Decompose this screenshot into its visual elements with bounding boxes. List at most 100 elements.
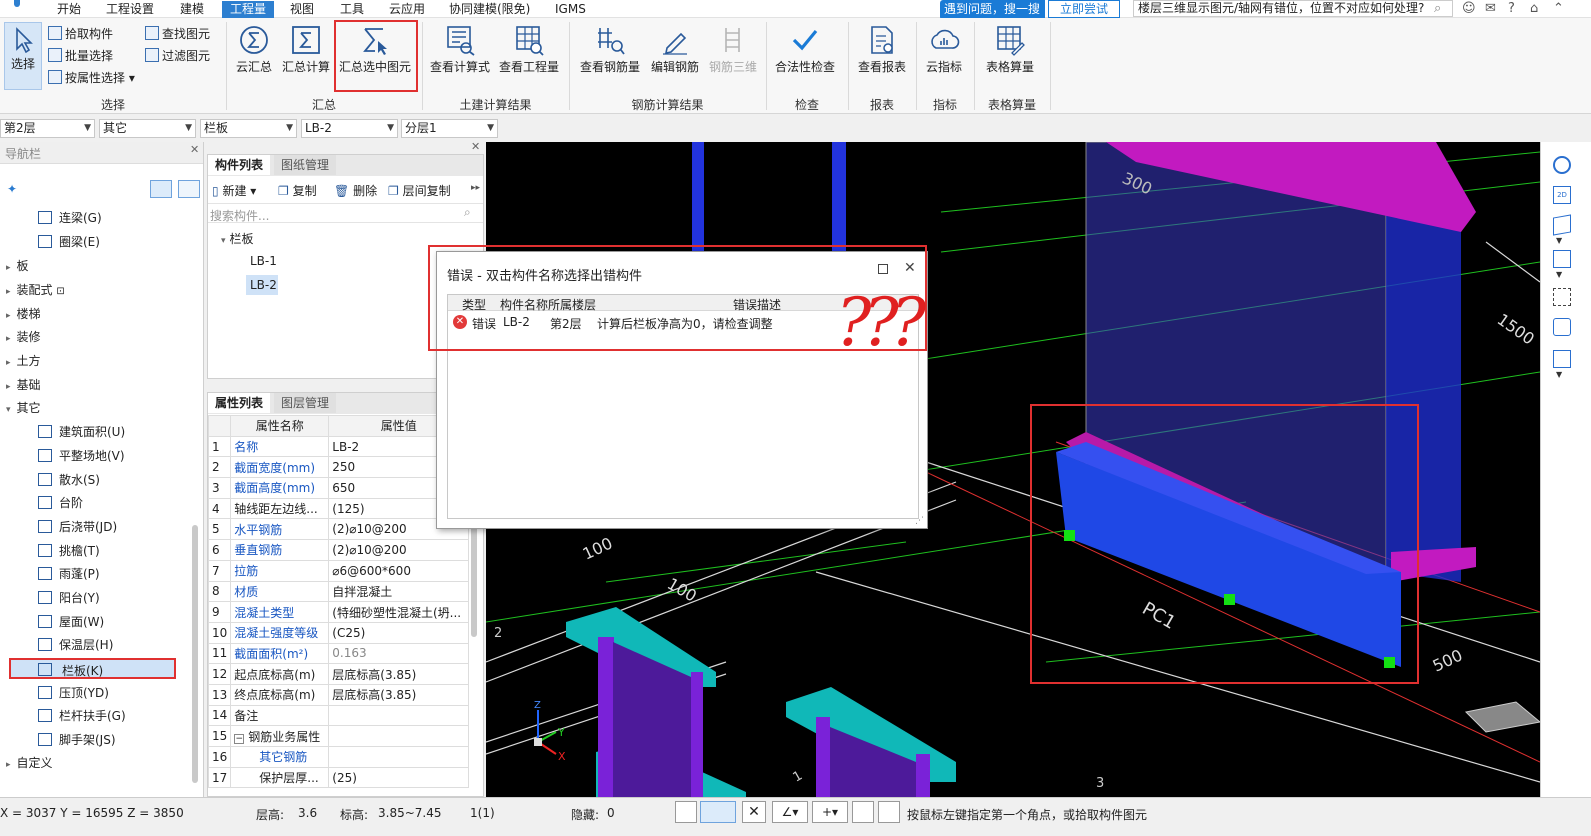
menu-view[interactable]: 视图 [290,1,314,18]
nav-scrollbar[interactable] [192,525,198,783]
filter-element-button[interactable]: 过滤图元 [145,47,210,64]
cube-view-icon[interactable] [1553,250,1571,268]
stamp-icon[interactable] [852,801,874,823]
rebar-3d-button[interactable]: 钢筋三维 [705,24,761,75]
collapse-icon[interactable]: ⌃ [1553,1,1564,16]
table-row[interactable]: 16 其它钢筋 [207,746,470,768]
nav-item-custom[interactable]: ▸ 自定义 [6,754,53,771]
nav-item-balcony[interactable]: 阳台(Y) [38,589,100,606]
arc-icon[interactable] [878,801,900,823]
edit-rebar-button[interactable]: 编辑钢筋 [647,24,703,75]
property-value[interactable]: (25) [328,766,470,789]
table-row[interactable]: 10 混凝土强度等级 (C25) [207,621,470,644]
table-row[interactable]: 14 备注 [207,704,470,727]
table-row[interactable]: 1 名称 LB-2 [207,435,470,458]
help-icon[interactable]: ? [1508,1,1515,16]
fit-screen-icon[interactable] [1553,288,1571,306]
nav-item-parapet[interactable]: 栏板(K) [9,658,176,679]
table-row[interactable]: 9 混凝土类型 (特细砂塑性混凝土(坍... [207,601,470,623]
menu-igms[interactable]: IGMS [555,1,586,18]
category-select[interactable]: 其它 ▼ [99,119,196,138]
menu-tools[interactable]: 工具 [340,1,364,18]
table-row[interactable]: 12 起点底标高(m) 层底标高(3.85) [207,663,470,685]
tab-drawing-management[interactable]: 图纸管理 [274,155,337,175]
view-formula-button[interactable]: 查看计算式 [428,24,492,75]
nav-item-eave[interactable]: 挑檐(T) [38,542,100,559]
menu-modeling[interactable]: 建模 [180,1,204,18]
table-row[interactable]: 15− 钢筋业务属性 [207,725,470,747]
table-row[interactable]: 5 水平钢筋 (2)⌀10@200 [207,518,470,541]
property-value[interactable]: ⌀6@600*600 [328,559,470,582]
sum-calc-button[interactable]: 汇总计算 [280,24,332,75]
table-row[interactable]: 2 截面宽度(mm) 250 [207,456,470,479]
chevron-down-icon[interactable]: ▼ [1556,370,1562,379]
2d-view-icon[interactable]: 2D [1553,186,1571,204]
snap-box-icon[interactable] [700,801,736,823]
nav-item-steps[interactable]: 台阶 [38,494,83,511]
nav-item-lintel[interactable]: 连梁(G) [38,209,102,226]
offset-icon[interactable]: +▾ [812,801,848,823]
view-rebar-button[interactable]: 查看钢筋量 [578,24,642,75]
table-row[interactable]: 7 拉筋 ⌀6@600*600 [207,559,470,582]
close-icon[interactable]: ✕ [471,140,480,153]
property-value[interactable]: 层底标高(3.85) [328,663,470,685]
menu-start[interactable]: 开始 [57,1,81,18]
chevron-down-icon[interactable]: ▼ [1556,270,1562,279]
purple-column[interactable] [598,637,614,797]
select-box-icon[interactable] [1553,318,1571,336]
nav-item-decoration[interactable]: ▸ 装修 [6,328,41,345]
axis-gizmo[interactable]: Z Y X [534,700,566,763]
tab-component-list[interactable]: 构件列表 [208,155,271,175]
nav-item-canopy[interactable]: 雨蓬(P) [38,565,100,582]
property-value[interactable]: (特细砂塑性混凝土(坍... [328,601,470,623]
copy-component-button[interactable]: ❐ 复制 [278,182,317,199]
collapse-box-icon[interactable]: − [234,733,245,744]
component-search-input[interactable]: 搜索构件... ⌕ [208,203,483,223]
nav-item-roof[interactable]: 屋面(W) [38,613,104,630]
nav-item-stairs[interactable]: ▸ 楼梯 [6,305,41,322]
orbit-icon[interactable] [1553,156,1571,174]
user-icon[interactable]: ☺ [1462,1,1476,16]
delete-component-button[interactable]: 🗑 删除 [334,182,377,199]
find-element-button[interactable]: 查找图元 [145,25,210,42]
sparkle-icon[interactable]: ✦ [7,182,17,196]
nav-item-foundation[interactable]: ▸ 基础 [6,376,41,393]
table-row[interactable]: 4 轴线距左边线... (125) [207,497,470,520]
floor-select[interactable]: 第2层 ▼ [0,119,95,138]
purple-column[interactable] [816,717,830,797]
chat-icon[interactable]: ✉ [1485,1,1496,16]
view-report-button[interactable]: 查看报表 [852,24,912,75]
nav-item-slab[interactable]: ▸ 板 [6,257,29,274]
help-search-input[interactable]: 楼层三维显示图元/轴网有错位，位置不对应如何处理? [1133,0,1453,17]
table-row[interactable]: 3 截面高度(mm) 650 [207,477,470,499]
3d-box-icon[interactable] [1553,214,1571,236]
property-name-group[interactable]: − 钢筋业务属性 [230,725,330,747]
table-row[interactable]: 8 材质 自拌混凝土 [207,580,470,603]
new-component-button[interactable]: ▯ 新建 ▾ [212,182,256,199]
table-qty-button[interactable]: 表格算量 [980,24,1040,75]
close-icon[interactable]: ✕ [190,143,199,156]
purple-column[interactable] [916,754,930,797]
cloud-index-button[interactable]: 云指标 [920,24,968,75]
chevron-down-icon[interactable]: ▼ [1556,236,1562,245]
component-select[interactable]: LB-2 ▼ [301,119,398,138]
ortho-icon[interactable] [675,801,697,823]
nav-item-insulation[interactable]: 保温层(H) [38,636,113,653]
property-value[interactable]: (C25) [328,621,470,644]
component-item-lb2[interactable]: LB-2 [246,275,278,295]
menu-project-settings[interactable]: 工程设置 [106,1,154,18]
property-value[interactable]: (2)⌀10@200 [328,539,470,561]
select-button[interactable]: 选择 [4,22,42,90]
nav-item-coping[interactable]: 压顶(YD) [38,684,109,701]
select-by-attr-button[interactable]: 按属性选择 ▾ [48,69,135,86]
try-now-button[interactable]: 立即尝试 [1048,0,1120,18]
menu-collab[interactable]: 协同建模(限免) [449,1,530,18]
type-select[interactable]: 栏板 ▼ [200,119,297,138]
legality-check-button[interactable]: 合法性检查 [771,24,839,75]
nav-item-ring-beam[interactable]: 圈梁(E) [38,233,100,250]
nav-item-building-area[interactable]: 建筑面积(U) [38,423,125,440]
nav-item-other[interactable]: ▾ 其它 [6,399,41,416]
menu-cloud[interactable]: 云应用 [389,1,425,18]
floor-copy-button[interactable]: ❐ 层间复制 [388,182,451,199]
resize-grip-icon[interactable]: ⋰ [915,516,924,526]
